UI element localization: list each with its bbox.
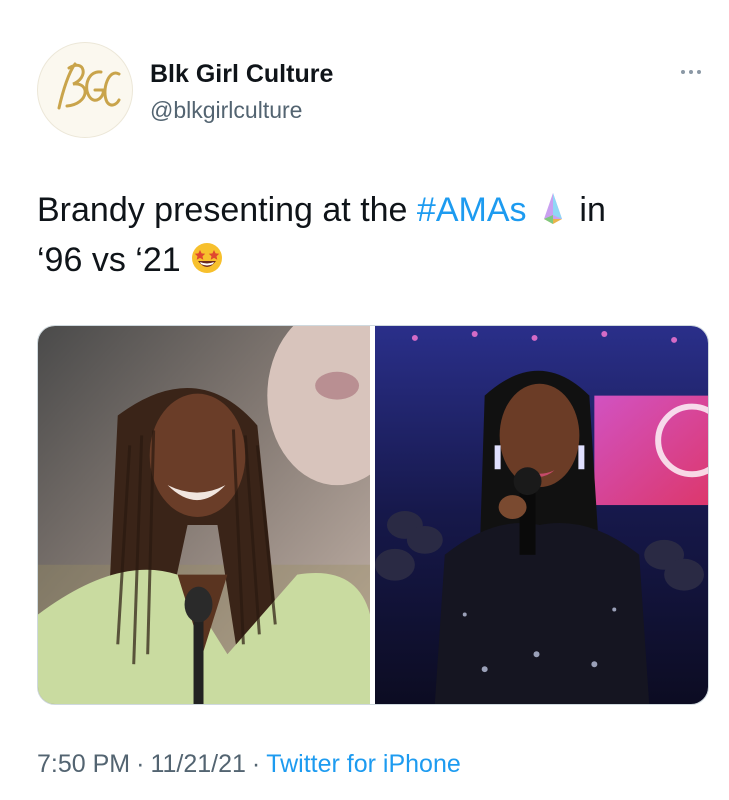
user-handle[interactable]: @blkgirlculture: [150, 97, 302, 124]
dot-icon: [689, 70, 693, 74]
more-options-button[interactable]: [675, 64, 707, 80]
tweet-meta: 7:50 PM · 11/21/21 · Twitter for iPhone: [37, 750, 461, 779]
meta-separator: ·: [136, 750, 145, 778]
tweet-time[interactable]: 7:50 PM: [37, 750, 130, 778]
dot-icon: [681, 70, 685, 74]
hashtag-link[interactable]: #AMAs: [417, 191, 527, 229]
tweet-text-part1: Brandy presenting at the: [37, 191, 417, 229]
tweet-text: Brandy presenting at the #AMAs in ‘96 vs…: [37, 185, 717, 285]
avatar[interactable]: [37, 42, 133, 138]
photo-1996-image: [38, 326, 370, 704]
tweet-date[interactable]: 11/21/21: [150, 750, 245, 778]
tweet-header: Blk Girl Culture @blkgirlculture: [37, 42, 707, 142]
photo-2021-image: [375, 326, 708, 704]
display-name[interactable]: Blk Girl Culture: [150, 60, 333, 89]
tweet-source-link[interactable]: Twitter for iPhone: [266, 750, 461, 778]
bgc-logo-icon: [57, 62, 121, 110]
tweet-text-part2: in: [569, 191, 606, 229]
tweet-media: [37, 325, 709, 705]
star-struck-icon: [192, 243, 223, 273]
dot-icon: [697, 70, 701, 74]
tweet-text-line2: ‘96 vs ‘21: [37, 241, 191, 279]
photo-2021[interactable]: [375, 326, 708, 704]
meta-separator: ·: [251, 750, 261, 778]
award-trophy-icon: [543, 193, 562, 224]
photo-1996[interactable]: [38, 326, 370, 704]
